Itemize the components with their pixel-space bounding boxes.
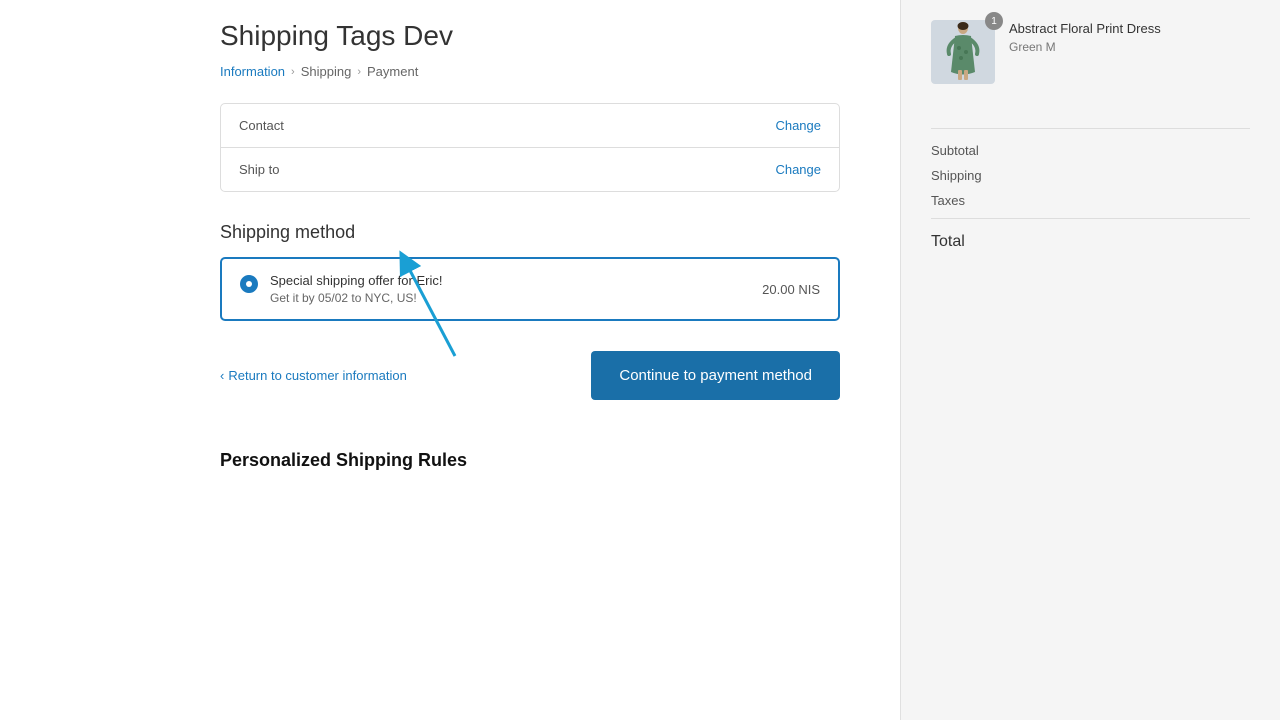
ship-to-row: Ship to Change xyxy=(221,147,839,191)
radio-selected-icon xyxy=(240,275,258,293)
return-link[interactable]: ‹ Return to customer information xyxy=(220,368,407,383)
product-image xyxy=(931,20,995,84)
shipping-row: Shipping xyxy=(931,168,1250,183)
product-image-wrapper: 1 xyxy=(931,20,995,84)
page-title: Shipping Tags Dev xyxy=(220,20,840,52)
contact-row: Contact Change xyxy=(221,104,839,147)
info-card: Contact Change Ship to Change xyxy=(220,103,840,192)
return-link-label: Return to customer information xyxy=(228,368,406,383)
radio-inner xyxy=(246,281,252,287)
total-label: Total xyxy=(931,233,965,251)
shipping-method-title: Shipping method xyxy=(220,222,840,243)
actions-row: ‹ Return to customer information Continu… xyxy=(220,351,840,400)
grand-total-row: Total xyxy=(931,218,1250,251)
taxes-row: Taxes xyxy=(931,193,1250,208)
breadcrumb-information[interactable]: Information xyxy=(220,64,285,79)
return-chevron-icon: ‹ xyxy=(220,368,224,383)
shipping-option-detail: Get it by 05/02 to NYC, US! xyxy=(270,291,442,305)
main-content: Shipping Tags Dev Information › Shipping… xyxy=(0,0,900,720)
contact-label: Contact xyxy=(239,118,284,133)
shipping-option-left: Special shipping offer for Eric! Get it … xyxy=(240,273,442,305)
shipping-option-card[interactable]: Special shipping offer for Eric! Get it … xyxy=(220,257,840,321)
sidebar-totals: Subtotal Shipping Taxes Total xyxy=(931,128,1250,251)
breadcrumb-payment: Payment xyxy=(367,64,418,79)
product-details: Abstract Floral Print Dress Green M xyxy=(1009,20,1161,54)
shipping-option-name: Special shipping offer for Eric! xyxy=(270,273,442,288)
personalized-shipping-label: Personalized Shipping Rules xyxy=(220,450,840,471)
subtotal-label: Subtotal xyxy=(931,143,979,158)
shipping-option-price: 20.00 NIS xyxy=(762,282,820,297)
breadcrumb: Information › Shipping › Payment xyxy=(220,64,840,79)
product-quantity-badge: 1 xyxy=(985,12,1003,30)
subtotal-row: Subtotal xyxy=(931,143,1250,158)
sidebar: 1 Abstract Floral Print Dress Green M Su… xyxy=(900,0,1280,720)
ship-to-change-link[interactable]: Change xyxy=(775,162,821,177)
sidebar-product: 1 Abstract Floral Print Dress Green M xyxy=(931,20,1250,104)
continue-payment-button[interactable]: Continue to payment method xyxy=(591,351,840,400)
breadcrumb-sep-2: › xyxy=(357,66,361,78)
ship-to-label: Ship to xyxy=(239,162,279,177)
breadcrumb-shipping: Shipping xyxy=(301,64,352,79)
taxes-label: Taxes xyxy=(931,193,965,208)
shipping-option-text: Special shipping offer for Eric! Get it … xyxy=(270,273,442,305)
product-name: Abstract Floral Print Dress xyxy=(1009,20,1161,38)
breadcrumb-sep-1: › xyxy=(291,66,295,78)
shipping-label: Shipping xyxy=(931,168,982,183)
product-variant: Green M xyxy=(1009,40,1161,54)
dress-icon xyxy=(939,22,987,82)
contact-change-link[interactable]: Change xyxy=(775,118,821,133)
